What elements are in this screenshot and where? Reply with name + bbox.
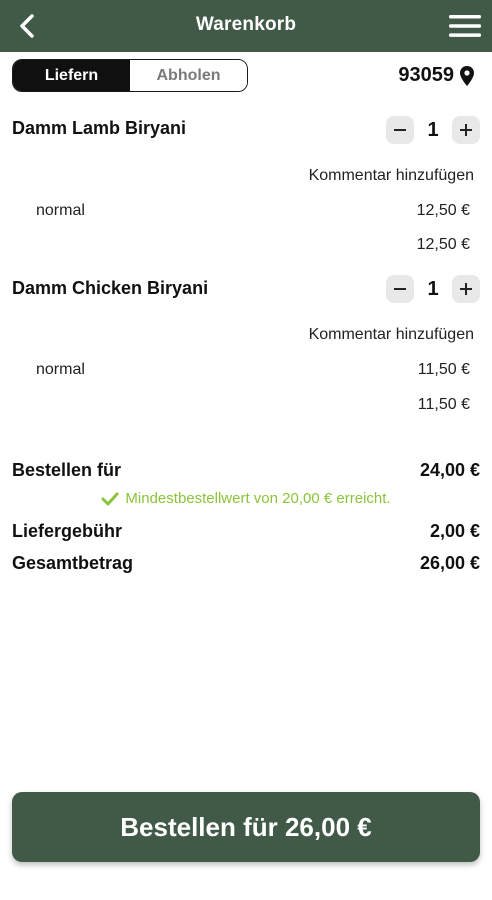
delivery-fee-label: Liefergebühr: [12, 521, 123, 541]
item-variant: normal: [36, 202, 85, 219]
minus-icon: [394, 288, 406, 290]
decrease-quantity-button[interactable]: [386, 116, 414, 144]
location-pin-icon: [460, 65, 474, 86]
item-total: 11,50 €: [417, 396, 470, 413]
quantity-value: 1: [427, 277, 439, 300]
quantity-value: 1: [427, 118, 439, 141]
total-value: 26,00 €: [419, 553, 480, 573]
item-total: 12,50 €: [416, 236, 470, 253]
hamburger-menu-icon[interactable]: [448, 14, 482, 38]
variant-price: 11,50 €: [417, 361, 470, 378]
variant-price: 12,50 €: [416, 202, 470, 219]
add-comment-link[interactable]: Kommentar hinzufügen: [309, 167, 474, 185]
minimum-order-text: Mindestbestellwert von 20,00 € erreicht.: [125, 490, 391, 507]
postal-code: 93059: [398, 64, 454, 86]
quantity-stepper: 1: [386, 275, 480, 303]
checkout-button[interactable]: Bestellen für 26,00 €: [12, 792, 480, 862]
delivery-fee-value: 2,00 €: [429, 521, 480, 541]
checkmark-icon: [101, 492, 119, 505]
decrease-quantity-button[interactable]: [386, 275, 414, 303]
tab-liefern[interactable]: Liefern: [13, 60, 130, 91]
increase-quantity-button[interactable]: [452, 116, 480, 144]
total-label: Gesamtbetrag: [12, 553, 134, 573]
quantity-stepper: 1: [386, 116, 480, 144]
page-title: Warenkorb: [195, 14, 297, 35]
order-for-value: 24,00 €: [419, 460, 480, 480]
app-header: Warenkorb: [0, 0, 492, 52]
item-variant: normal: [36, 361, 85, 378]
minus-icon: [394, 129, 406, 131]
plus-icon: [460, 283, 472, 295]
order-for-label: Bestellen für: [12, 460, 122, 480]
add-comment-link[interactable]: Kommentar hinzufügen: [309, 326, 474, 344]
cart-item-name: Damm Lamb Biryani: [12, 118, 187, 138]
delivery-mode-toggle: Liefern Abholen: [12, 59, 248, 92]
plus-icon: [460, 124, 472, 136]
tab-abholen[interactable]: Abholen: [130, 60, 247, 91]
cart-item-name: Damm Chicken Biryani: [12, 278, 209, 298]
delivery-location[interactable]: 93059: [398, 64, 474, 87]
increase-quantity-button[interactable]: [452, 275, 480, 303]
minimum-order-note: Mindestbestellwert von 20,00 € erreicht.: [0, 490, 492, 507]
